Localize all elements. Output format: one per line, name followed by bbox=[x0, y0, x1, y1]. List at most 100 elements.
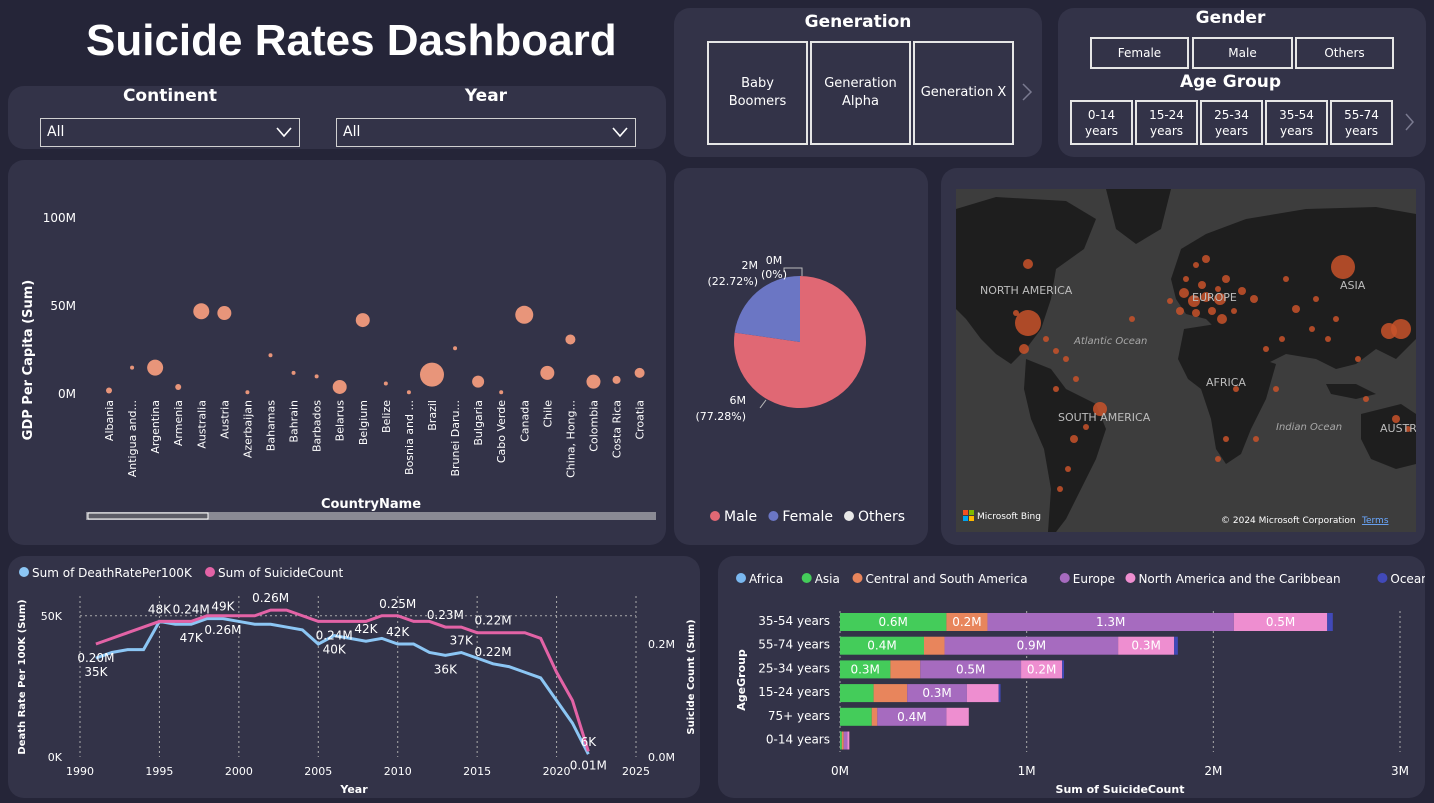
gender-option-male[interactable]: Male bbox=[1192, 37, 1293, 69]
x-tick-label: Barbados bbox=[311, 400, 324, 452]
bar-segment bbox=[890, 660, 921, 679]
map-bubble bbox=[1193, 262, 1199, 268]
map-label-south-america: SOUTH AMERICA bbox=[1058, 411, 1151, 424]
y-tick-label: 75+ years bbox=[768, 709, 830, 723]
y-tick-label: 0K bbox=[48, 751, 63, 764]
gender-option-female[interactable]: Female bbox=[1090, 37, 1189, 69]
pie-label-pct: (0%) bbox=[761, 268, 787, 281]
bar-segment bbox=[871, 707, 878, 726]
x-tick-label: Costa Rica bbox=[611, 400, 624, 458]
data-point bbox=[406, 390, 411, 395]
age-option-0-14[interactable]: 0-14 years bbox=[1070, 100, 1133, 145]
age-option-55-74[interactable]: 55-74 years bbox=[1330, 100, 1393, 145]
age-group-label: Age Group bbox=[1179, 72, 1282, 92]
map-copyright: © 2024 Microsoft Corporation bbox=[1221, 516, 1356, 526]
data-label: 0.4M bbox=[897, 710, 926, 724]
y-axis-title: AgeGroup bbox=[735, 649, 748, 711]
year-label: Year bbox=[464, 86, 508, 106]
legend-marker bbox=[852, 573, 863, 583]
generation-tile-baby-boomers[interactable]: Baby Boomers bbox=[707, 41, 808, 145]
label-leader bbox=[759, 399, 767, 409]
data-point bbox=[515, 305, 534, 324]
age-option-15-24[interactable]: 15-24 years bbox=[1135, 100, 1198, 145]
data-point bbox=[314, 374, 319, 379]
pie-label-pct: (77.28%) bbox=[695, 410, 746, 423]
map-brand: Microsoft Bing bbox=[977, 512, 1041, 522]
trend-line-chart: Sum of DeathRatePer100K Sum of SuicideCou… bbox=[17, 566, 697, 796]
map-bubble bbox=[1381, 323, 1397, 339]
x-tick-label: Belarus bbox=[334, 400, 347, 442]
data-point bbox=[540, 365, 555, 380]
data-point bbox=[245, 390, 250, 395]
gdp-scatter-chart: GDP Per Capita (Sum) 0M 50M 100M Albania Anti… bbox=[21, 211, 656, 520]
legend-label: Female bbox=[782, 509, 833, 525]
scrollbar-thumb[interactable] bbox=[87, 512, 209, 520]
map-bubble bbox=[1223, 436, 1229, 442]
gender-option-label: Others bbox=[1324, 46, 1365, 60]
data-label: 48K bbox=[148, 602, 172, 616]
data-label: 6K bbox=[581, 735, 598, 749]
age-option-25-34[interactable]: 25-34 years bbox=[1200, 100, 1263, 145]
gender-option-others[interactable]: Others bbox=[1295, 37, 1394, 69]
map-bubble bbox=[1283, 276, 1289, 282]
map-label-europe: EUROPE bbox=[1192, 291, 1237, 304]
legend-marker bbox=[1125, 573, 1136, 583]
bar-segment bbox=[843, 731, 848, 750]
x-tick-label: Bosnia and ... bbox=[403, 400, 416, 475]
map-bubble bbox=[1053, 348, 1059, 354]
x-tick-label: Bulgaria bbox=[472, 400, 485, 446]
chevron-right-icon[interactable] bbox=[1020, 82, 1034, 102]
legend-label: Male bbox=[724, 509, 757, 525]
x-tick-label: Bahrain bbox=[288, 400, 301, 443]
legend-label: Central and South America bbox=[866, 572, 1028, 586]
continent-value: All bbox=[47, 124, 65, 140]
map-bubble bbox=[1279, 336, 1285, 342]
data-label: 0.3M bbox=[850, 662, 879, 676]
map-bubble bbox=[1013, 310, 1019, 316]
age-option-35-54[interactable]: 35-54 years bbox=[1265, 100, 1328, 145]
world-map[interactable]: NORTH AMERICA EUROPE ASIA Atlantic Ocean… bbox=[956, 189, 1416, 532]
year-dropdown[interactable]: All bbox=[336, 118, 636, 147]
data-label: 0.22M bbox=[474, 645, 511, 659]
agegroup-stacked-bar-chart: Africa Asia Central and South America Europ… bbox=[735, 572, 1425, 796]
y-tick-label: 55-74 years bbox=[758, 638, 830, 652]
continent-dropdown[interactable]: All bbox=[40, 118, 300, 147]
x-tick-label: Antigua and... bbox=[126, 400, 139, 477]
data-label: 36K bbox=[434, 662, 458, 676]
age-line: years bbox=[1084, 123, 1119, 138]
x-tick-label: Canada bbox=[518, 400, 531, 442]
y-tick-label: 0.0M bbox=[648, 751, 675, 764]
map-bubble bbox=[1202, 255, 1210, 263]
map-bubble bbox=[1070, 435, 1078, 443]
map-bubble bbox=[1215, 456, 1221, 462]
bar-segment bbox=[840, 731, 842, 750]
generation-tile-x[interactable]: Generation X bbox=[913, 41, 1014, 145]
data-point bbox=[383, 381, 388, 386]
x-tick-label: 2000 bbox=[225, 765, 253, 778]
map-terms-link[interactable]: Terms bbox=[1361, 516, 1389, 526]
y-tick-label: 100M bbox=[43, 211, 76, 225]
bar-segment bbox=[847, 731, 850, 750]
generation-tile-alpha[interactable]: Generation Alpha bbox=[810, 41, 911, 145]
data-point bbox=[106, 387, 112, 394]
bar-segment bbox=[873, 684, 908, 703]
data-point bbox=[291, 370, 296, 375]
data-point bbox=[419, 362, 444, 387]
chevron-right-icon[interactable] bbox=[1403, 112, 1415, 132]
tile-line: Baby bbox=[741, 76, 774, 91]
bar-segment bbox=[1174, 636, 1178, 655]
x-tick-label: Brazil bbox=[426, 400, 439, 431]
data-point bbox=[130, 365, 135, 370]
map-bubble bbox=[1355, 356, 1361, 362]
map-bubble bbox=[1043, 336, 1049, 342]
y-tick-label: 50K bbox=[41, 610, 63, 623]
tile-line: Boomers bbox=[728, 94, 787, 109]
pie-label-value: 2M bbox=[742, 259, 759, 272]
data-label: 1.3M bbox=[1096, 615, 1125, 629]
map-bubble bbox=[1176, 307, 1184, 315]
data-point bbox=[586, 374, 601, 389]
x-tick-label: Armenia bbox=[172, 400, 185, 446]
map-bubble bbox=[1273, 386, 1279, 392]
map-bubble bbox=[1208, 307, 1216, 315]
map-bubble bbox=[1253, 436, 1259, 442]
